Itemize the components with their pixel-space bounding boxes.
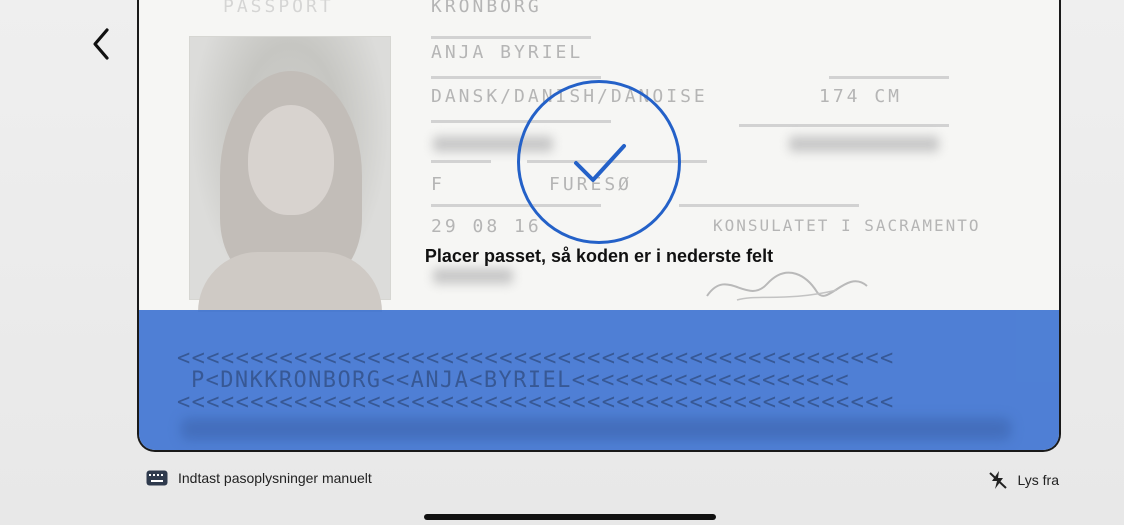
passport-given-names: ANJA BYRIEL <box>431 42 584 63</box>
flash-off-icon <box>988 471 1007 489</box>
scan-success-indicator <box>517 80 681 244</box>
back-button[interactable] <box>84 24 118 64</box>
home-indicator[interactable] <box>424 514 716 520</box>
mrz-line-3: <<<<<<<<<<<<<<<<<<<<<<<<<<<<<<<<<<<<<<<<… <box>177 390 895 415</box>
mrz-scan-zone: <<<<<<<<<<<<<<<<<<<<<<<<<<<<<<<<<<<<<<<<… <box>139 310 1059 450</box>
manual-entry-label: Indtast pasoplysninger manuelt <box>178 470 372 486</box>
checkmark-icon <box>574 144 626 182</box>
passport-scanner-screen: PASSPORT KRONBORG ANJA BYRIEL DANSK/DANI… <box>0 0 1124 525</box>
passport-authority: KONSULATET I SACRAMENTO <box>713 216 981 235</box>
passport-sex: F <box>431 174 445 195</box>
camera-frame: PASSPORT KRONBORG ANJA BYRIEL DANSK/DANI… <box>137 0 1061 452</box>
flash-toggle-label: Lys fra <box>1017 472 1060 488</box>
passport-header: PASSPORT <box>223 0 334 17</box>
keyboard-icon <box>146 470 168 486</box>
scan-instruction: Placer passet, så koden er i nederste fe… <box>424 246 774 266</box>
flash-toggle-button[interactable]: Lys fra <box>988 470 1060 490</box>
passport-surname: KRONBORG <box>431 0 542 17</box>
manual-entry-button[interactable]: Indtast pasoplysninger manuelt <box>146 470 372 486</box>
passport-height: 174 CM <box>819 86 903 107</box>
chevron-left-icon <box>93 28 109 60</box>
